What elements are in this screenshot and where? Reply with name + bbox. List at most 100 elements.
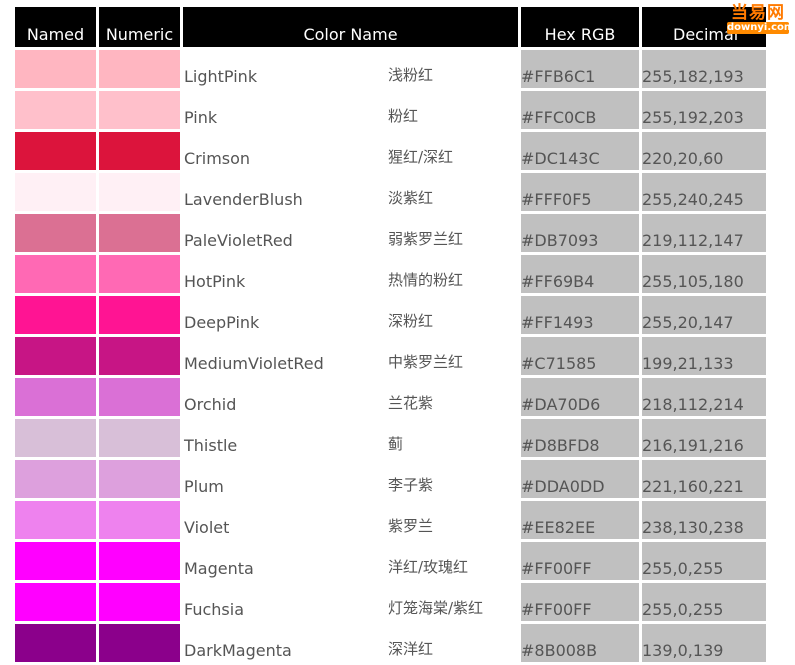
table-row: DarkMagenta 深洋红 #8B008B 139,0,139	[15, 624, 766, 662]
color-name-cell: Thistle 蓟	[183, 419, 518, 457]
english-color-name: Crimson	[184, 149, 251, 168]
decimal-rgb-value: 139,0,139	[642, 624, 766, 662]
decimal-rgb-value: 219,112,147	[642, 214, 766, 252]
color-name-cell: Magenta 洋红/玫瑰红	[183, 542, 518, 580]
chinese-color-name: 兰花紫	[388, 394, 434, 412]
english-color-name: MediumVioletRed	[184, 354, 324, 373]
decimal-rgb-value: 221,160,221	[642, 460, 766, 498]
named-swatch	[15, 173, 96, 211]
watermark-logo: 当易网 downyi.com	[721, 4, 795, 38]
named-swatch	[15, 542, 96, 580]
color-name-cell: PaleVioletRed 弱紫罗兰红	[183, 214, 518, 252]
hex-rgb-value: #8B008B	[521, 624, 639, 662]
decimal-rgb-value: 255,192,203	[642, 91, 766, 129]
chinese-color-name: 中紫罗兰红	[388, 353, 464, 371]
named-swatch	[15, 91, 96, 129]
named-swatch	[15, 255, 96, 293]
decimal-rgb-value: 255,240,245	[642, 173, 766, 211]
chinese-color-name: 洋红/玫瑰红	[388, 558, 469, 576]
numeric-swatch	[99, 378, 180, 416]
hex-rgb-value: #EE82EE	[521, 501, 639, 539]
color-name-cell: Fuchsia 灯笼海棠/紫红	[183, 583, 518, 621]
hex-rgb-value: #FF1493	[521, 296, 639, 334]
header-color-name: Color Name	[183, 7, 518, 47]
english-color-name: HotPink	[184, 272, 246, 291]
color-name-cell: HotPink 热情的粉红	[183, 255, 518, 293]
hex-rgb-value: #FF00FF	[521, 583, 639, 621]
table-row: Violet 紫罗兰 #EE82EE 238,130,238	[15, 501, 766, 539]
hex-rgb-value: #DDA0DD	[521, 460, 639, 498]
named-swatch	[15, 583, 96, 621]
named-swatch	[15, 419, 96, 457]
color-name-cell: Plum 李子紫	[183, 460, 518, 498]
table-row: Magenta 洋红/玫瑰红 #FF00FF 255,0,255	[15, 542, 766, 580]
english-color-name: LightPink	[184, 67, 258, 86]
hex-rgb-value: #FFC0CB	[521, 91, 639, 129]
chinese-color-name: 紫罗兰	[388, 517, 434, 535]
hex-rgb-value: #DB7093	[521, 214, 639, 252]
hex-rgb-value: #C71585	[521, 337, 639, 375]
decimal-rgb-value: 255,0,255	[642, 542, 766, 580]
english-color-name: LavenderBlush	[184, 190, 303, 209]
table-row: DeepPink 深粉红 #FF1493 255,20,147	[15, 296, 766, 334]
named-swatch	[15, 132, 96, 170]
numeric-swatch	[99, 255, 180, 293]
chinese-color-name: 热情的粉红	[388, 271, 464, 289]
numeric-swatch	[99, 132, 180, 170]
watermark-title: 当易网	[731, 3, 785, 23]
english-color-name: Magenta	[184, 559, 254, 578]
color-name-cell: Violet 紫罗兰	[183, 501, 518, 539]
table-row: PaleVioletRed 弱紫罗兰红 #DB7093 219,112,147	[15, 214, 766, 252]
numeric-swatch	[99, 91, 180, 129]
table-row: Crimson 猩红/深红 #DC143C 220,20,60	[15, 132, 766, 170]
english-color-name: Orchid	[184, 395, 237, 414]
named-swatch	[15, 337, 96, 375]
named-swatch	[15, 214, 96, 252]
decimal-rgb-value: 220,20,60	[642, 132, 766, 170]
hex-rgb-value: #DA70D6	[521, 378, 639, 416]
color-name-cell: LightPink 浅粉红	[183, 50, 518, 88]
english-color-name: DeepPink	[184, 313, 260, 332]
english-color-name: PaleVioletRed	[184, 231, 293, 250]
decimal-rgb-value: 255,20,147	[642, 296, 766, 334]
table-row: MediumVioletRed 中紫罗兰红 #C71585 199,21,133	[15, 337, 766, 375]
hex-rgb-value: #DC143C	[521, 132, 639, 170]
numeric-swatch	[99, 460, 180, 498]
watermark-domain: downyi.com	[727, 22, 795, 34]
header-named: Named	[15, 7, 96, 47]
table-row: Plum 李子紫 #DDA0DD 221,160,221	[15, 460, 766, 498]
table-row: HotPink 热情的粉红 #FF69B4 255,105,180	[15, 255, 766, 293]
chinese-color-name: 灯笼海棠/紫红	[388, 599, 484, 617]
named-swatch	[15, 378, 96, 416]
hex-rgb-value: #FF00FF	[521, 542, 639, 580]
chinese-color-name: 李子紫	[388, 476, 434, 494]
decimal-rgb-value: 255,0,255	[642, 583, 766, 621]
hex-rgb-value: #FFB6C1	[521, 50, 639, 88]
numeric-swatch	[99, 624, 180, 662]
named-swatch	[15, 624, 96, 662]
color-name-cell: DarkMagenta 深洋红	[183, 624, 518, 662]
english-color-name: Violet	[184, 518, 230, 537]
table-body: LightPink 浅粉红 #FFB6C1 255,182,193 Pink 粉红 #FFC…	[15, 50, 766, 662]
color-name-cell: LavenderBlush 淡紫红	[183, 173, 518, 211]
decimal-rgb-value: 216,191,216	[642, 419, 766, 457]
numeric-swatch	[99, 542, 180, 580]
numeric-swatch	[99, 296, 180, 334]
color-name-cell: Orchid 兰花紫	[183, 378, 518, 416]
chinese-color-name: 深粉红	[388, 312, 434, 330]
numeric-swatch	[99, 50, 180, 88]
header-hex-rgb: Hex RGB	[521, 7, 639, 47]
chinese-color-name: 蓟	[388, 435, 404, 453]
english-color-name: Fuchsia	[184, 600, 244, 619]
numeric-swatch	[99, 173, 180, 211]
chinese-color-name: 弱紫罗兰红	[388, 230, 464, 248]
hex-rgb-value: #FFF0F5	[521, 173, 639, 211]
decimal-rgb-value: 255,105,180	[642, 255, 766, 293]
chinese-color-name: 浅粉红	[388, 66, 434, 84]
english-color-name: Pink	[184, 108, 218, 127]
color-name-cell: MediumVioletRed 中紫罗兰红	[183, 337, 518, 375]
english-color-name: Thistle	[184, 436, 238, 455]
decimal-rgb-value: 199,21,133	[642, 337, 766, 375]
numeric-swatch	[99, 501, 180, 539]
english-color-name: DarkMagenta	[184, 641, 292, 660]
